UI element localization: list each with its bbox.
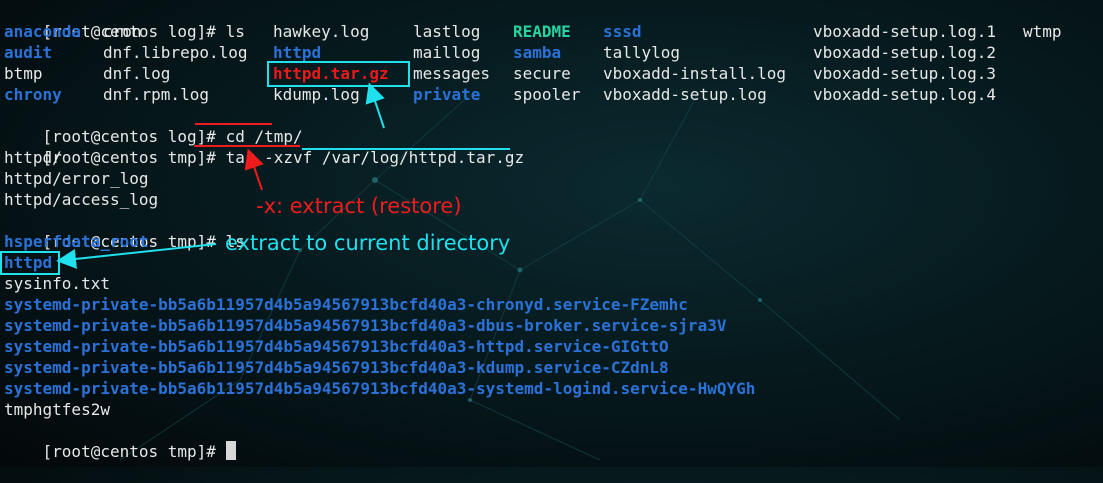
ls-entry: lastlog: [413, 22, 481, 41]
ls-entry: tallylog: [603, 43, 681, 62]
ls-entry: sssd: [603, 22, 642, 41]
prompt: [root@centos tmp]#: [42, 148, 226, 167]
current-prompt-line[interactable]: [root@centos tmp]#: [4, 420, 236, 461]
ls-entry: vboxadd-setup.log.1: [813, 22, 997, 41]
ls-entry: README: [513, 22, 571, 41]
tmp-entry: systemd-private-bb5a6b11957d4b5a94567913…: [4, 316, 727, 335]
tmp-entry: sysinfo.txt: [4, 274, 110, 293]
tmp-entry: tmphgtfes2w: [4, 400, 110, 419]
ls-output-row: chrony dnf.rpm.log kdump.log private spooler…: [4, 84, 1103, 105]
ls-entry: maillog: [413, 43, 481, 62]
ls-entry: chrony: [4, 85, 62, 104]
annotation-current-dir-note: extract to current directory: [225, 231, 511, 255]
ls-entry: httpd: [273, 43, 322, 62]
ls-entry: kdump.log: [273, 85, 360, 104]
ls-entry: vboxadd-setup.log: [603, 85, 767, 104]
tmp-entry-httpd: httpd: [4, 253, 53, 272]
text-cursor: [225, 441, 236, 460]
ls-output-row: btmp dnf.log httpd.tar.gz messages secure vbo…: [4, 63, 1103, 84]
ls-entry: anaconda: [4, 22, 82, 41]
ls-entry: wtmp: [1023, 22, 1062, 41]
prompt: [root@centos tmp]#: [42, 442, 226, 461]
ls-entry: spooler: [513, 85, 581, 104]
tar-output-line: httpd/error_log: [4, 169, 149, 188]
cd-command-line: [root@centos log]# cd /tmp/: [4, 105, 303, 146]
ls-entry: secure: [513, 64, 571, 83]
ls-output-row: audit dnf.librepo.log httpd maillog samba tal…: [4, 42, 1103, 63]
tmp-entry: systemd-private-bb5a6b11957d4b5a94567913…: [4, 337, 669, 356]
tmp-entry: systemd-private-bb5a6b11957d4b5a94567913…: [4, 358, 669, 377]
ls-output-row: anaconda cron hawkey.log lastlog README sssd v…: [4, 21, 1103, 42]
ls-command-line: [root@centos log]# ls: [4, 0, 245, 41]
tar-output-line: httpd/: [4, 148, 62, 167]
ls-entry: btmp: [4, 64, 43, 83]
ls-entry: private: [413, 85, 481, 104]
tar-command-line: [root@centos tmp]# tar -xzvf /var/log/ht…: [4, 126, 525, 167]
ls-entry: cron: [103, 22, 142, 41]
tar-command: tar -xzvf /var/log/httpd.tar.gz: [225, 148, 525, 167]
ls-entry: dnf.rpm.log: [103, 85, 209, 104]
ls-entry: audit: [4, 43, 53, 62]
ls-entry: vboxadd-setup.log.3: [813, 64, 997, 83]
ls-entry: vboxadd-setup.log.2: [813, 43, 997, 62]
ls-command-line: [root@centos tmp]# ls: [4, 210, 245, 251]
ls-entry: vboxadd-setup.log.4: [813, 85, 997, 104]
tmp-entry: systemd-private-bb5a6b11957d4b5a94567913…: [4, 295, 688, 314]
annotation-extract-note: -x: extract (restore): [256, 194, 462, 218]
ls-entry: httpd.tar.gz: [273, 64, 389, 83]
ls-entry: dnf.log: [103, 64, 171, 83]
ls-entry: vboxadd-install.log: [603, 64, 787, 83]
ls-entry: dnf.librepo.log: [103, 43, 248, 62]
ls-entry: messages: [413, 64, 491, 83]
tmp-entry: hsperfdata_root: [4, 232, 149, 251]
ls-entry: hawkey.log: [273, 22, 370, 41]
tmp-entry: systemd-private-bb5a6b11957d4b5a94567913…: [4, 379, 756, 398]
tar-output-line: httpd/access_log: [4, 190, 159, 209]
ls-entry: samba: [513, 43, 562, 62]
